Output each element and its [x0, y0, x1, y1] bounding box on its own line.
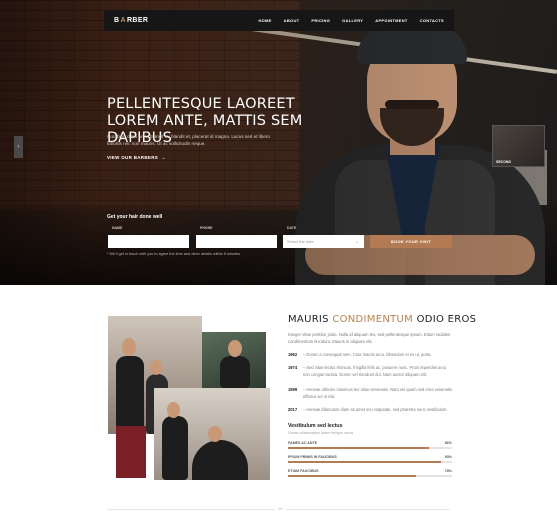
logo-suffix: RBER: [126, 17, 149, 24]
booking-note: * We'll get in touch with you to agree t…: [107, 252, 242, 256]
chevron-left-icon: ‹: [17, 144, 20, 150]
about-title-start: MAURIS: [288, 314, 333, 325]
scissors-icon: ✂: [275, 506, 287, 513]
logo-accent: A: [120, 17, 126, 24]
barber-figure-2: [162, 416, 188, 480]
skill-track: [288, 447, 452, 449]
name-input[interactable]: [108, 235, 189, 248]
timeline-year: 1999: [288, 387, 298, 392]
client-cape: [192, 440, 248, 480]
nav-item-about[interactable]: ABOUT: [284, 18, 300, 23]
skill-label: FAMES AC ANTE: [288, 441, 318, 445]
hero-description: Curabitur diam arcu, blandit eu blandit …: [107, 133, 302, 147]
logo[interactable]: B A RBER: [114, 17, 148, 24]
timeline-text: – Aenean bibendum diam sit amet orci vul…: [303, 407, 448, 412]
date-select[interactable]: Select the date ⌄: [283, 235, 364, 248]
skill-value: 93%: [444, 455, 452, 459]
view-barbers-label: VIEW OUR BARBERS: [107, 155, 159, 160]
chevron-down-icon: ⌄: [354, 238, 359, 245]
barber-face-2: [167, 402, 180, 418]
timeline-item: 1999 – Aenean ultricies maximus leo vita…: [288, 387, 454, 400]
phone-label: PHONE: [200, 226, 213, 230]
timeline-year: 2017: [288, 407, 298, 412]
skill-value: 78%: [444, 469, 452, 473]
skills-title: Vestibulum sed lectus: [288, 423, 343, 429]
timeline-text: – Sed vitae lectus rhoncus, fringilla fe…: [303, 365, 447, 377]
about-title-end: ODIO EROS: [413, 314, 477, 325]
timeline-text: – Donec a consequat sem. Cras mauris arc…: [303, 352, 432, 357]
book-visit-button[interactable]: BOOK YOUR VISIT: [370, 235, 452, 248]
skill-label: ETIAM FAUCIBUS: [288, 469, 319, 473]
nav-item-appointment[interactable]: APPOINTMENT: [375, 18, 407, 23]
skill-bar: IPSUM PRIMIS IN FAUCIBUS 93%: [288, 455, 452, 463]
date-placeholder: Select the date: [287, 239, 314, 244]
skill-track: [288, 475, 452, 477]
hero-title-line-1: PELLENTESQUE LAOREET: [107, 96, 295, 112]
skill-track: [288, 461, 452, 463]
skill-value: 86%: [444, 441, 452, 445]
barber-figure: [116, 356, 144, 434]
arrow-right-icon: →: [159, 155, 166, 160]
hero-description-line-1: Curabitur diam arcu, blandit eu blandit …: [107, 134, 270, 139]
client-face-2: [208, 426, 222, 442]
nav-item-pricing[interactable]: PRICING: [311, 18, 330, 23]
name-label: NAME: [112, 226, 123, 230]
timeline-item: 2017 – Aenean bibendum diam sit amet orc…: [288, 407, 454, 414]
logo-prefix: B: [114, 17, 120, 24]
client-face: [150, 360, 162, 375]
barber-chair: [116, 426, 146, 478]
skill-label: IPSUM PRIMIS IN FAUCIBUS: [288, 455, 337, 459]
top-navbar: B A RBER HOME ABOUT PRICING GALLERY APPOIN…: [104, 10, 454, 31]
nav-menu: HOME ABOUT PRICING GALLERY APPOINTMENT C…: [258, 18, 444, 23]
skills-subtitle: Donec ullamcorper lorem tempor lacus: [288, 431, 354, 435]
slider-thumb-label: SECOND: [496, 160, 511, 164]
timeline-text: – Aenean ultricies maximus leo vitae ven…: [303, 387, 453, 399]
slider-prev-button[interactable]: ‹: [14, 136, 23, 158]
nav-item-contacts[interactable]: CONTACTS: [420, 18, 444, 23]
skill-bar: FAMES AC ANTE 86%: [288, 441, 452, 449]
phone-input[interactable]: [196, 235, 277, 248]
slider-next-thumbnail[interactable]: SECOND: [492, 125, 545, 167]
nav-item-home[interactable]: HOME: [258, 18, 271, 23]
timeline-year: 1974: [288, 365, 298, 370]
barbershop-photo-2: [202, 332, 266, 388]
timeline-year: 1962: [288, 352, 298, 357]
view-barbers-link[interactable]: VIEW OUR BARBERS →: [107, 155, 166, 160]
skill-fill: [288, 475, 416, 477]
barber-face: [122, 338, 136, 356]
about-title: MAURIS CONDIMENTUM ODIO EROS: [288, 314, 476, 325]
about-intro: Integer vitae porttitor justo. Nulla id …: [288, 332, 451, 344]
portrait-face: [228, 340, 242, 357]
portrait-figure: [220, 356, 250, 388]
skill-fill: [288, 447, 430, 449]
booking-heading: Get your hair done well: [107, 214, 163, 220]
about-title-accent: CONDIMENTUM: [332, 314, 414, 325]
nav-item-gallery[interactable]: GALLERY: [342, 18, 363, 23]
timeline-item: 1974 – Sed vitae lectus rhoncus, fringil…: [288, 365, 454, 378]
skill-bar: ETIAM FAUCIBUS 78%: [288, 469, 452, 477]
about-photo-collage: [108, 316, 270, 480]
timeline-item: 1962 – Donec a consequat sem. Cras mauri…: [288, 352, 454, 359]
date-label: DATE: [287, 226, 297, 230]
skill-fill: [288, 461, 441, 463]
hero-description-line-2: lobortis nec non mauris. Ut ac sollicitu…: [107, 141, 206, 146]
barbershop-photo-3: [154, 388, 270, 480]
